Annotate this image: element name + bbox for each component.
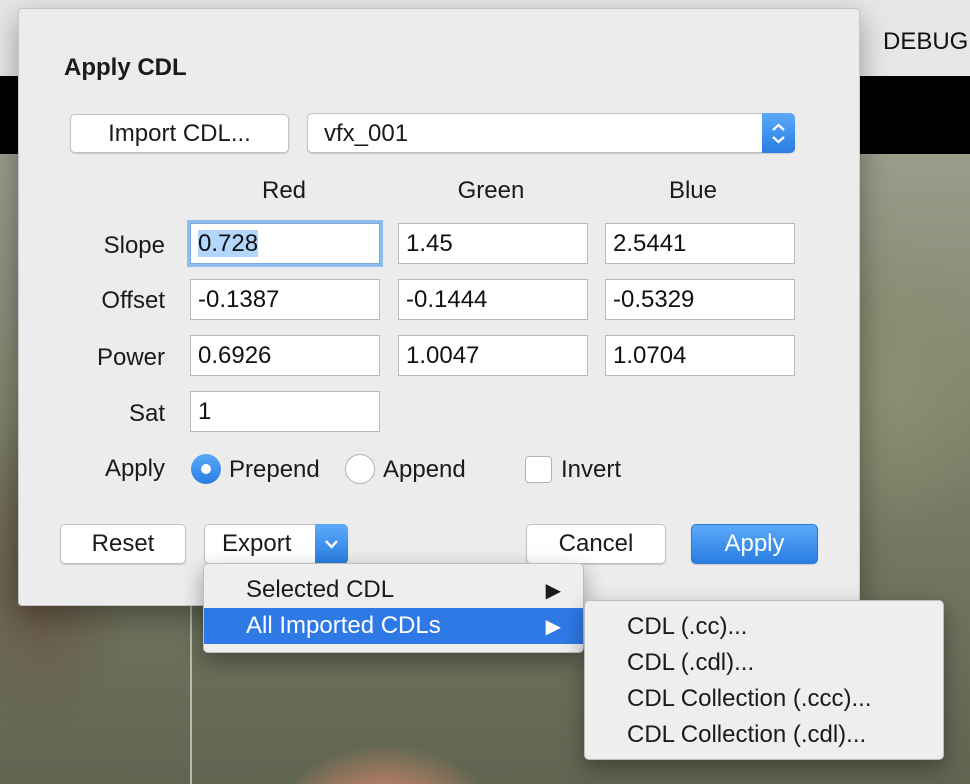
append-label[interactable]: Append: [383, 456, 466, 484]
apply-cdl-dialog: Apply CDL Import CDL... vfx_001 Red Gree…: [18, 8, 860, 606]
column-header-red: Red: [261, 177, 307, 204]
submenu-item-label: CDL Collection (.ccc)...: [627, 685, 872, 712]
slope-red-value: 0.728: [198, 230, 259, 257]
prepend-radio[interactable]: [191, 454, 221, 484]
offset-green-field[interactable]: -0.1444: [398, 279, 588, 320]
submenu-item-cc[interactable]: CDL (.cc)...: [585, 609, 943, 645]
power-blue-field[interactable]: 1.0704: [605, 335, 795, 376]
cdl-select[interactable]: vfx_001: [307, 113, 795, 153]
submenu-item-cdl[interactable]: CDL (.cdl)...: [585, 645, 943, 681]
offset-blue-field[interactable]: -0.5329: [605, 279, 795, 320]
power-green-field[interactable]: 1.0047: [398, 335, 588, 376]
submenu-item-ccc[interactable]: CDL Collection (.ccc)...: [585, 681, 943, 717]
export-button[interactable]: Export: [204, 524, 348, 564]
invert-checkbox[interactable]: [525, 456, 552, 483]
cancel-button[interactable]: Cancel: [526, 524, 666, 564]
dialog-title: Apply CDL: [64, 54, 187, 81]
menu-item-all-imported-cdls[interactable]: All Imported CDLs ▶: [204, 608, 583, 644]
export-menu: Selected CDL ▶ All Imported CDLs ▶: [203, 563, 584, 653]
import-cdl-button[interactable]: Import CDL...: [70, 114, 289, 153]
power-red-field[interactable]: 0.6926: [190, 335, 380, 376]
reset-button[interactable]: Reset: [60, 524, 186, 564]
row-label-sat: Sat: [128, 400, 165, 427]
cdl-select-value: vfx_001: [324, 120, 409, 147]
export-submenu: CDL (.cc)... CDL (.cdl)... CDL Collectio…: [584, 600, 944, 760]
debug-menu-label[interactable]: DEBUG: [883, 28, 968, 56]
sat-field[interactable]: 1: [190, 391, 380, 432]
column-header-green: Green: [457, 177, 525, 204]
offset-red-field[interactable]: -0.1387: [190, 279, 380, 320]
slope-red-field[interactable]: 0.728: [190, 223, 380, 264]
submenu-arrow-icon: ▶: [545, 616, 561, 638]
append-radio[interactable]: [345, 454, 375, 484]
menu-item-selected-cdl[interactable]: Selected CDL ▶: [204, 572, 583, 608]
invert-label[interactable]: Invert: [561, 456, 621, 484]
select-stepper-icon[interactable]: [762, 113, 795, 153]
slope-green-field[interactable]: 1.45: [398, 223, 588, 264]
export-button-label: Export: [222, 530, 292, 557]
apply-button[interactable]: Apply: [691, 524, 818, 564]
row-label-offset: Offset: [101, 287, 165, 314]
submenu-item-label: CDL Collection (.cdl)...: [627, 721, 867, 748]
menu-item-label: Selected CDL: [246, 576, 395, 603]
prepend-label[interactable]: Prepend: [229, 456, 320, 484]
column-header-blue: Blue: [668, 177, 718, 204]
slope-blue-field[interactable]: 2.5441: [605, 223, 795, 264]
apply-mode-label: Apply: [104, 455, 165, 482]
chevron-down-icon[interactable]: [315, 524, 348, 564]
submenu-arrow-icon: ▶: [545, 580, 561, 602]
submenu-item-label: CDL (.cc)...: [627, 613, 748, 640]
submenu-item-label: CDL (.cdl)...: [627, 649, 755, 676]
menu-item-label: All Imported CDLs: [246, 612, 441, 639]
row-label-slope: Slope: [103, 232, 165, 259]
submenu-item-collection-cdl[interactable]: CDL Collection (.cdl)...: [585, 717, 943, 753]
row-label-power: Power: [96, 344, 165, 371]
